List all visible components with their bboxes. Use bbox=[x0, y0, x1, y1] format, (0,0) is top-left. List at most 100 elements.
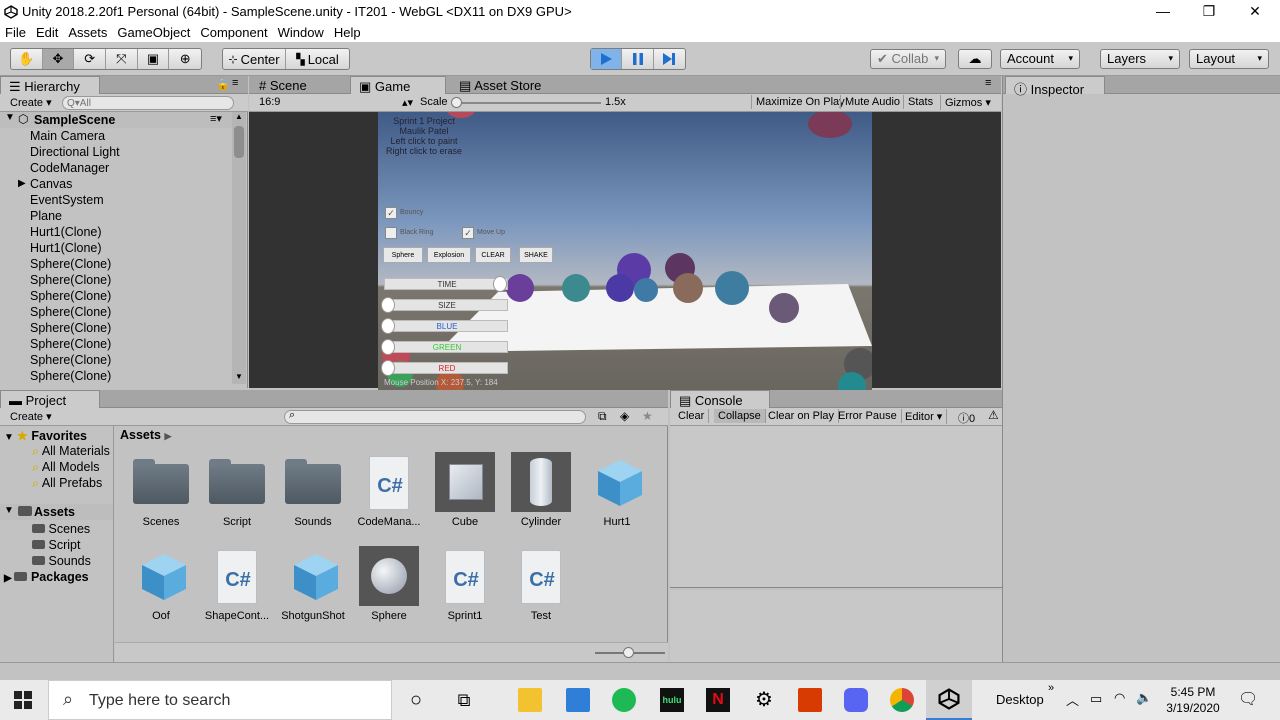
slider-handle[interactable] bbox=[493, 276, 507, 292]
black-ring-toggle[interactable]: Black Ring bbox=[385, 227, 445, 240]
thumbnail-size-slider[interactable] bbox=[595, 647, 665, 658]
unity-taskbar-button[interactable] bbox=[926, 680, 972, 720]
hierarchy-item[interactable]: Sphere(Clone) bbox=[30, 289, 111, 303]
office-icon[interactable] bbox=[798, 688, 822, 712]
scroll-down-icon[interactable]: ▼ bbox=[232, 372, 246, 381]
asset-item[interactable]: Hurt1 bbox=[579, 450, 655, 532]
hierarchy-item[interactable]: Hurt1(Clone) bbox=[30, 225, 102, 239]
play-button[interactable] bbox=[591, 49, 623, 69]
menu-assets[interactable]: Assets bbox=[63, 24, 112, 40]
scrollbar-thumb[interactable] bbox=[234, 126, 244, 158]
tab-hierarchy[interactable]: ☰ Hierarchy bbox=[0, 76, 100, 94]
maximize-on-play-toggle[interactable]: Maximize On Play bbox=[751, 95, 849, 109]
battery-icon[interactable]: ▭ bbox=[1090, 691, 1102, 707]
asset-item[interactable]: C# Sprint1 bbox=[427, 544, 503, 626]
hierarchy-item[interactable]: Sphere(Clone) bbox=[30, 353, 111, 367]
game-slider-green[interactable]: GREEN bbox=[381, 339, 508, 355]
gizmos-dropdown[interactable]: Gizmos ▾ bbox=[940, 95, 995, 110]
settings-gear-icon[interactable]: ⚙ bbox=[752, 688, 776, 712]
microsoft-store-icon[interactable] bbox=[566, 688, 590, 712]
collapse-toggle[interactable]: Collapse bbox=[714, 409, 766, 423]
layers-dropdown[interactable]: Layers ▾ bbox=[1100, 49, 1180, 69]
hierarchy-create-button[interactable]: Create ▾ bbox=[6, 95, 56, 110]
volume-icon[interactable]: 🔈 bbox=[1136, 690, 1152, 706]
menu-edit[interactable]: Edit bbox=[31, 24, 63, 40]
hand-tool-icon[interactable]: ✋ bbox=[11, 49, 43, 69]
info-count-toggle[interactable]: ⓘ0 bbox=[954, 409, 979, 427]
asset-item[interactable]: Cube bbox=[427, 450, 503, 532]
tab-scene[interactable]: # Scene bbox=[251, 76, 313, 94]
asset-folder-row[interactable]: Sounds bbox=[32, 554, 91, 568]
restore-button[interactable]: ❐ bbox=[1186, 0, 1232, 24]
asset-item[interactable]: Sounds bbox=[275, 450, 351, 532]
file-explorer-icon[interactable] bbox=[518, 688, 542, 712]
task-view-icon[interactable]: ⧉ bbox=[452, 688, 476, 712]
shake-button[interactable]: SHAKE bbox=[519, 247, 553, 263]
account-dropdown[interactable]: Account ▾ bbox=[1000, 49, 1080, 69]
favorite-item[interactable]: ⌕ All Models bbox=[32, 460, 99, 475]
hierarchy-item[interactable]: Sphere(Clone) bbox=[30, 369, 111, 383]
discord-icon[interactable] bbox=[844, 688, 868, 712]
slider-handle[interactable] bbox=[381, 318, 395, 334]
minimize-button[interactable]: — bbox=[1140, 0, 1186, 24]
hierarchy-item[interactable]: Main Camera bbox=[30, 129, 105, 143]
asset-item[interactable]: Sphere bbox=[351, 544, 427, 626]
wifi-icon[interactable]: ◠ bbox=[1114, 690, 1125, 706]
hierarchy-item[interactable]: Sphere(Clone) bbox=[30, 257, 111, 271]
expand-arrow-icon[interactable]: ▶ bbox=[18, 178, 26, 189]
hierarchy-item[interactable]: Hurt1(Clone) bbox=[30, 241, 102, 255]
scene-row[interactable]: ▼ ⬡ SampleScene ≡▾ bbox=[0, 112, 232, 128]
asset-item[interactable]: Script bbox=[199, 450, 275, 532]
asset-item[interactable]: Oof bbox=[123, 544, 199, 626]
clear-on-play-toggle[interactable]: Clear on Play bbox=[764, 409, 840, 423]
star-icon[interactable]: ★ bbox=[642, 409, 653, 423]
move-up-toggle[interactable]: ✓ Move Up bbox=[462, 227, 522, 240]
panel-menu-icon[interactable]: ≡ bbox=[985, 77, 991, 89]
collab-button[interactable]: ✔ Collab ▾ bbox=[870, 49, 946, 69]
game-viewport[interactable]: Sprint 1 Project Maulik Patel Left click… bbox=[249, 112, 1001, 390]
cortana-icon[interactable]: ○ bbox=[404, 688, 428, 712]
asset-item[interactable]: ShotgunShot bbox=[275, 544, 351, 626]
chevron-double-icon[interactable]: » bbox=[1048, 682, 1054, 694]
tag-icon[interactable]: ◈ bbox=[620, 409, 629, 423]
warning-icon[interactable]: ⚠ bbox=[988, 408, 999, 422]
project-search-input[interactable]: ⌕ bbox=[284, 409, 586, 424]
game-slider-blue[interactable]: BLUE bbox=[381, 318, 508, 334]
asset-item[interactable]: Cylinder bbox=[503, 450, 579, 532]
spotify-icon[interactable] bbox=[612, 688, 636, 712]
mute-audio-toggle[interactable]: Mute Audio bbox=[840, 95, 904, 109]
rect-tool-icon[interactable]: ▣ bbox=[138, 49, 170, 69]
hierarchy-search-input[interactable] bbox=[62, 96, 234, 110]
move-tool-icon[interactable]: ✥ bbox=[42, 49, 75, 69]
hierarchy-scrollbar[interactable]: ▲ ▼ bbox=[232, 112, 246, 384]
error-pause-toggle[interactable]: Error Pause bbox=[834, 409, 902, 423]
scale-slider-thumb[interactable] bbox=[451, 97, 462, 108]
desktop-toolbar-label[interactable]: Desktop bbox=[996, 692, 1044, 707]
windows-start-icon[interactable] bbox=[14, 691, 32, 709]
lock-icon[interactable]: 🔒 bbox=[216, 78, 230, 91]
game-slider-red[interactable]: RED bbox=[381, 360, 508, 376]
filter-type-icon[interactable]: ⧉ bbox=[598, 409, 607, 424]
pivot-local-button[interactable]: ▚ Local bbox=[286, 49, 349, 69]
asset-item[interactable]: C# Test bbox=[503, 544, 579, 626]
asset-item[interactable]: C# CodeMana... bbox=[351, 450, 427, 532]
game-slider-time[interactable]: TIME bbox=[384, 276, 508, 292]
bouncy-toggle[interactable]: ✓ Bouncy bbox=[385, 207, 445, 220]
asset-folder-row[interactable]: Script bbox=[32, 538, 80, 552]
step-button[interactable] bbox=[654, 49, 685, 69]
tab-game[interactable]: ▣ Game bbox=[350, 76, 446, 94]
scale-slider[interactable] bbox=[451, 97, 601, 108]
notification-icon[interactable]: 🗨 bbox=[1238, 689, 1258, 709]
hierarchy-item[interactable]: Sphere(Clone) bbox=[30, 305, 111, 319]
scroll-up-icon[interactable]: ▲ bbox=[232, 112, 246, 121]
tab-console[interactable]: ▤ Console bbox=[670, 390, 770, 408]
menu-component[interactable]: Component bbox=[195, 24, 272, 40]
asset-item[interactable]: Scenes bbox=[123, 450, 199, 532]
layout-dropdown[interactable]: Layout ▾ bbox=[1189, 49, 1269, 69]
tab-asset-store[interactable]: ▤ Asset Store bbox=[451, 76, 547, 94]
clear-button[interactable]: CLEAR bbox=[475, 247, 511, 263]
asset-item[interactable]: C# ShapeCont... bbox=[199, 544, 275, 626]
slider-handle[interactable] bbox=[381, 297, 395, 313]
game-slider-size[interactable]: SIZE bbox=[381, 297, 508, 313]
pause-button[interactable] bbox=[622, 49, 654, 69]
